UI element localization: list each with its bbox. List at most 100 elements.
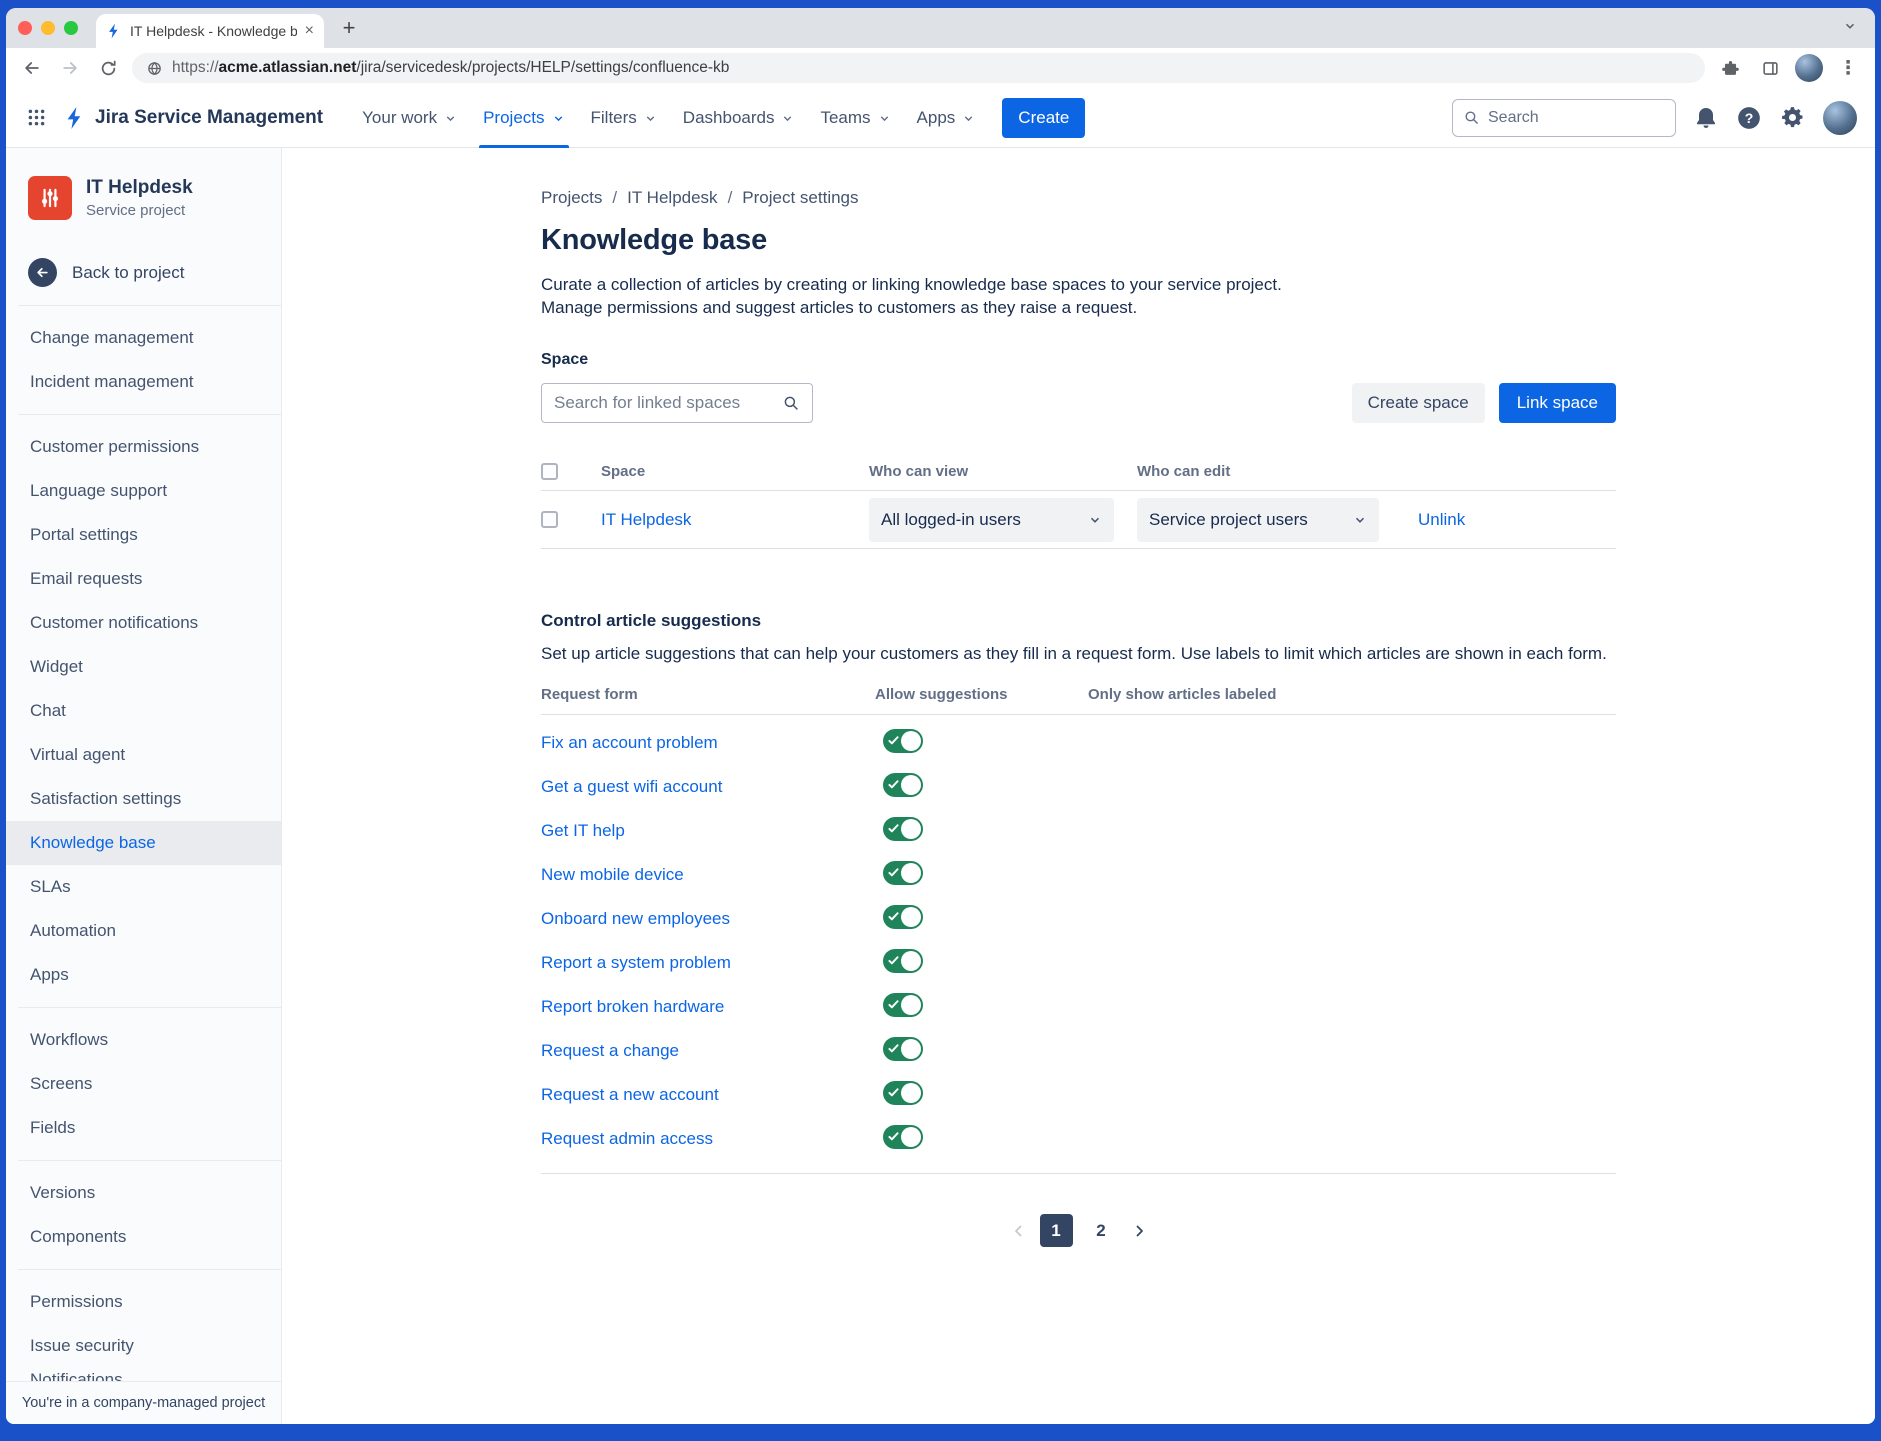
url-domain: acme.atlassian.net (219, 59, 357, 76)
app-logo[interactable]: Jira Service Management (63, 106, 323, 130)
request-form-link[interactable]: Request a new account (541, 1085, 875, 1105)
minimize-window-button[interactable] (41, 21, 55, 35)
space-link[interactable]: IT Helpdesk (601, 510, 869, 530)
sidebar-item[interactable]: Permissions (6, 1280, 281, 1324)
back-icon[interactable] (18, 54, 46, 82)
global-search-input[interactable] (1488, 109, 1638, 127)
page-1-button[interactable]: 1 (1040, 1214, 1073, 1247)
settings-gear-icon[interactable] (1780, 105, 1805, 130)
sidebar-item[interactable]: SLAs (6, 865, 281, 909)
sidebar-item[interactable]: Fields (6, 1106, 281, 1150)
window-controls[interactable] (18, 21, 78, 35)
side-panel-icon[interactable] (1755, 53, 1785, 83)
sidebar-item[interactable]: Satisfaction settings (6, 777, 281, 821)
link-space-button[interactable]: Link space (1499, 383, 1616, 423)
request-form-link[interactable]: Report a system problem (541, 953, 875, 973)
tab-close-icon[interactable]: × (305, 22, 314, 40)
topnav-item[interactable]: Your work (349, 88, 470, 148)
request-form-link[interactable]: Fix an account problem (541, 733, 875, 753)
allow-suggestions-toggle[interactable] (883, 817, 923, 841)
topnav-item[interactable]: Teams (807, 88, 903, 148)
linked-spaces-table: Space Who can view Who can edit IT Helpd… (541, 453, 1616, 549)
who-can-edit-select[interactable]: Service project users (1137, 498, 1379, 542)
sidebar-item[interactable]: Components (6, 1215, 281, 1259)
topnav-item[interactable]: Dashboards (670, 88, 808, 148)
breadcrumb-project-settings[interactable]: Project settings (742, 188, 858, 208)
select-all-checkbox[interactable] (541, 463, 558, 480)
sidebar-item[interactable]: Portal settings (6, 513, 281, 557)
breadcrumb-it-helpdesk[interactable]: IT Helpdesk (627, 188, 717, 208)
allow-suggestions-toggle[interactable] (883, 1125, 923, 1149)
request-form-link[interactable]: Onboard new employees (541, 909, 875, 929)
back-to-project-button[interactable]: Back to project (6, 250, 281, 295)
help-icon[interactable]: ? (1736, 105, 1762, 131)
sidebar-item[interactable]: Chat (6, 689, 281, 733)
request-form-link[interactable]: Report broken hardware (541, 997, 875, 1017)
unlink-button[interactable]: Unlink (1418, 510, 1616, 530)
search-icon (782, 394, 800, 412)
sidebar-item[interactable]: Email requests (6, 557, 281, 601)
allow-suggestions-toggle[interactable] (883, 1037, 923, 1061)
browser-profile-avatar[interactable] (1795, 54, 1823, 82)
sidebar-item-clipped[interactable]: Notifications (6, 1368, 281, 1381)
request-form-link[interactable]: New mobile device (541, 865, 875, 885)
request-form-link[interactable]: Request admin access (541, 1129, 875, 1149)
request-form-link[interactable]: Get a guest wifi account (541, 777, 875, 797)
row-checkbox[interactable] (541, 511, 558, 528)
close-window-button[interactable] (18, 21, 32, 35)
who-can-view-select[interactable]: All logged-in users (869, 498, 1114, 542)
sidebar-item[interactable]: Language support (6, 469, 281, 513)
tab-list-chevron-icon[interactable] (1843, 19, 1857, 38)
extensions-puzzle-icon[interactable] (1715, 53, 1745, 83)
user-avatar[interactable] (1823, 101, 1857, 135)
topnav-item-projects[interactable]: Projects (470, 88, 577, 148)
breadcrumb-projects[interactable]: Projects (541, 188, 602, 208)
topnav-item[interactable]: Apps (904, 88, 989, 148)
sidebar-item[interactable]: Customer permissions (6, 425, 281, 469)
sidebar-item[interactable]: Widget (6, 645, 281, 689)
sidebar-item-knowledge-base[interactable]: Knowledge base (6, 821, 281, 865)
sidebar-item[interactable]: Screens (6, 1062, 281, 1106)
sidebar-item[interactable]: Virtual agent (6, 733, 281, 777)
allow-suggestions-toggle[interactable] (883, 905, 923, 929)
topnav-item[interactable]: Filters (578, 88, 670, 148)
reload-icon[interactable] (94, 54, 122, 82)
sidebar-item[interactable]: Customer notifications (6, 601, 281, 645)
request-form-link[interactable]: Get IT help (541, 821, 875, 841)
allow-suggestions-toggle[interactable] (883, 773, 923, 797)
sidebar-item[interactable]: Issue security (6, 1324, 281, 1368)
create-space-button[interactable]: Create space (1352, 383, 1485, 423)
browser-menu-kebab-icon[interactable]: ⋮ (1833, 53, 1863, 83)
new-tab-button[interactable]: + (334, 13, 364, 43)
linked-spaces-search[interactable] (541, 383, 813, 423)
site-info-icon[interactable] (146, 60, 163, 77)
sidebar-item[interactable]: Versions (6, 1171, 281, 1215)
jira-bolt-icon (63, 106, 87, 130)
sidebar-item[interactable]: Workflows (6, 1018, 281, 1062)
space-section-label: Space (541, 351, 1616, 369)
sidebar-item[interactable]: Automation (6, 909, 281, 953)
allow-suggestions-toggle[interactable] (883, 949, 923, 973)
allow-suggestions-toggle[interactable] (883, 729, 923, 753)
allow-suggestions-toggle[interactable] (883, 1081, 923, 1105)
allow-suggestions-toggle[interactable] (883, 993, 923, 1017)
sidebar-item[interactable]: Change management (6, 316, 281, 360)
global-search[interactable] (1452, 99, 1676, 137)
app-switcher-grid-icon[interactable] (26, 107, 47, 128)
sidebar-item[interactable]: Incident management (6, 360, 281, 404)
maximize-window-button[interactable] (64, 21, 78, 35)
request-form-link[interactable]: Request a change (541, 1041, 875, 1061)
url-bar[interactable]: https://acme.atlassian.net/jira/serviced… (132, 53, 1705, 83)
linked-spaces-search-input[interactable] (554, 393, 782, 413)
sidebar-item[interactable]: Apps (6, 953, 281, 997)
notifications-bell-icon[interactable] (1694, 106, 1718, 130)
page-2-button[interactable]: 2 (1085, 1214, 1118, 1247)
create-button[interactable]: Create (1002, 98, 1085, 138)
next-page-icon[interactable] (1130, 1222, 1148, 1240)
sidebar-divider (18, 1007, 281, 1008)
allow-suggestions-toggle[interactable] (883, 861, 923, 885)
previous-page-icon[interactable] (1010, 1222, 1028, 1240)
forward-icon[interactable] (56, 54, 84, 82)
chevron-down-icon (1088, 513, 1102, 527)
browser-tab[interactable]: IT Helpdesk - Knowledge base × (96, 14, 324, 48)
